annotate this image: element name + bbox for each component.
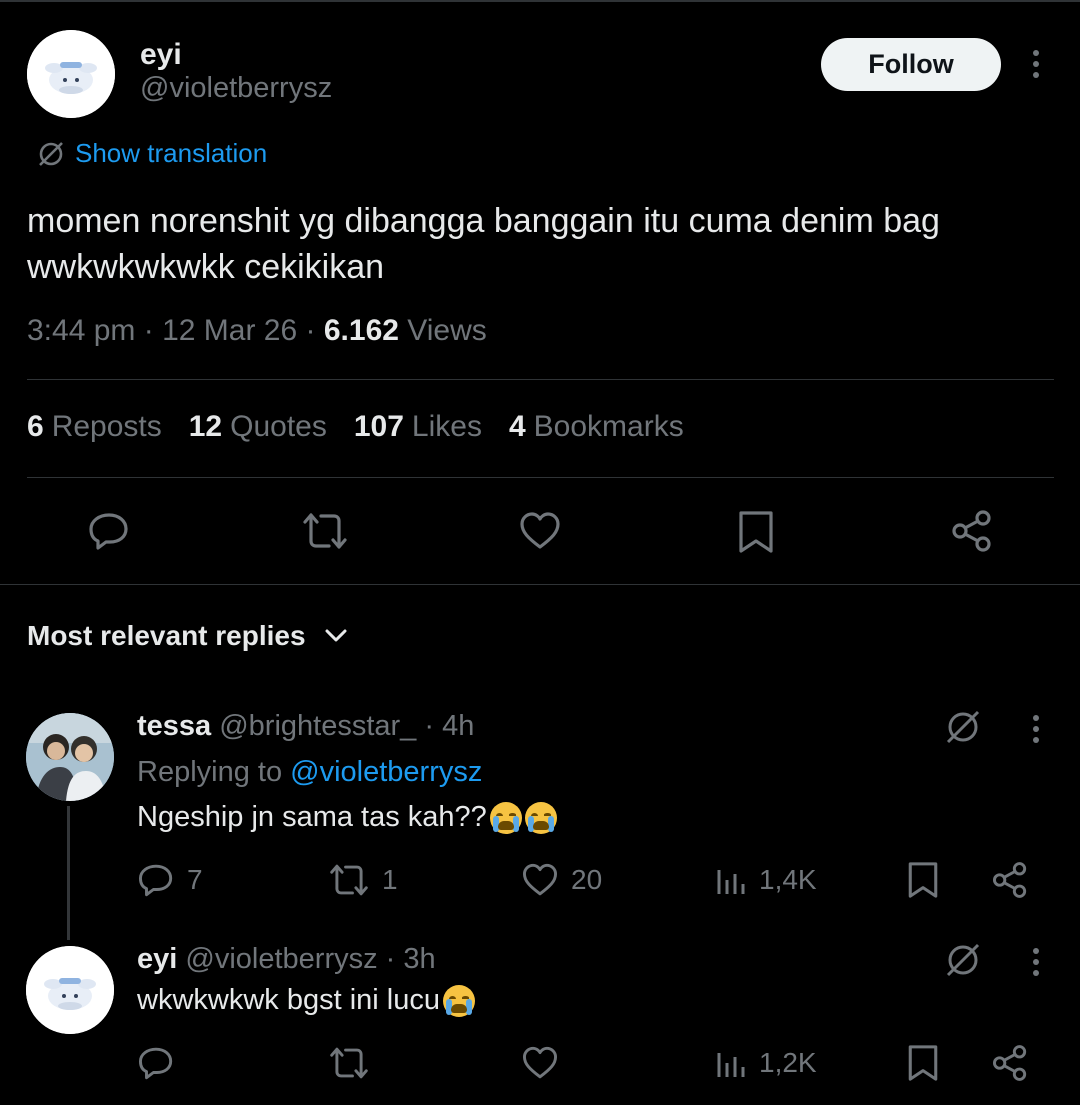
- reply-author-handle[interactable]: @brightesstar_: [219, 710, 416, 742]
- reply-views-count: 1,4K: [759, 864, 817, 895]
- translate-icon: [946, 710, 980, 744]
- post-text: momen norenshit yg dibangga banggain itu…: [27, 202, 940, 286]
- translate-icon: [946, 943, 980, 977]
- reply-more-options-icon[interactable]: [1026, 942, 1046, 982]
- post-views-count: 6.162: [323, 314, 399, 347]
- stat-likes[interactable]: 107 Likes: [354, 410, 482, 444]
- reply-icon: [138, 864, 173, 897]
- reply-avatar[interactable]: [26, 946, 114, 1034]
- reply-replies-count: 7: [187, 864, 203, 895]
- reply-share-button[interactable]: [991, 861, 1029, 899]
- reply-translate-button[interactable]: [944, 708, 982, 751]
- meta-separator: ·: [305, 314, 316, 347]
- show-translation-label: Show translation: [75, 138, 268, 168]
- heart-icon: [522, 1046, 558, 1079]
- bookmark-icon: [908, 862, 938, 898]
- reply-repost-button[interactable]: [328, 1044, 370, 1082]
- repost-icon: [303, 513, 347, 549]
- stat-quotes[interactable]: 12 Quotes: [189, 410, 327, 444]
- reply-icon: [138, 1047, 173, 1080]
- reply-avatar[interactable]: [26, 713, 114, 801]
- reply-button[interactable]: [87, 509, 131, 553]
- author-avatar[interactable]: [27, 30, 115, 118]
- analytics-icon: [717, 1053, 745, 1077]
- bookmark-icon: [908, 1045, 938, 1081]
- reply-reply-button[interactable]: 7: [137, 861, 203, 899]
- heart-icon: [522, 863, 558, 896]
- post-meta: 3:44 pm · 12 Mar 26 · 6.162 Views: [27, 314, 487, 348]
- reply-like-button[interactable]: [521, 1044, 559, 1082]
- loudly-crying-face-icon: [489, 801, 522, 834]
- reply-text: wkwkwkwk bgst ini lucu: [137, 984, 475, 1017]
- divider: [27, 477, 1054, 478]
- reply-reply-button[interactable]: [137, 1044, 175, 1082]
- translate-icon: [39, 141, 63, 166]
- chevron-down-icon: [325, 629, 347, 642]
- cinnamoroll-avatar-image: [27, 30, 115, 118]
- more-options-icon[interactable]: [1026, 44, 1046, 84]
- stat-bookmarks[interactable]: 4 Bookmarks: [509, 410, 684, 444]
- reply-time[interactable]: · 3h: [386, 943, 436, 975]
- reply-repost-button[interactable]: 1: [328, 861, 398, 899]
- analytics-icon: [717, 870, 745, 894]
- reply-author-name[interactable]: eyi: [137, 943, 177, 975]
- bookmark-button[interactable]: [736, 509, 776, 555]
- reply-views-button[interactable]: 1,4K: [715, 864, 817, 896]
- stat-reposts[interactable]: 6 Reposts: [27, 410, 162, 444]
- reply-text-content: wkwkwkwk bgst ini lucu: [137, 984, 440, 1016]
- divider: [0, 584, 1080, 585]
- replying-to: Replying to @violetberrysz: [137, 756, 482, 789]
- reply-author-name[interactable]: tessa: [137, 710, 211, 742]
- meta-separator: ·: [143, 314, 154, 347]
- cinnamoroll-avatar-image: [26, 946, 114, 1034]
- share-icon: [992, 862, 1027, 898]
- bookmark-icon: [739, 511, 773, 553]
- reply-views-button[interactable]: 1,2K: [715, 1047, 817, 1079]
- share-button[interactable]: [950, 509, 994, 553]
- divider: [27, 379, 1054, 380]
- reply-time[interactable]: · 4h: [424, 710, 474, 742]
- reply-bookmark-button[interactable]: [906, 1043, 940, 1083]
- post-time[interactable]: 3:44 pm: [27, 314, 135, 347]
- reply-text: Ngeship jn sama tas kah??: [137, 801, 557, 834]
- reply-header: tessa @brightesstar_ · 4h: [137, 710, 474, 743]
- reply-reposts-count: 1: [382, 864, 398, 895]
- author-name[interactable]: eyi: [140, 38, 182, 72]
- reply-like-button[interactable]: 20: [521, 861, 602, 899]
- reply-translate-button[interactable]: [944, 941, 982, 984]
- top-border: [0, 0, 1080, 2]
- replying-to-handle[interactable]: @violetberrysz: [290, 756, 482, 788]
- post-views-label: Views: [407, 314, 487, 347]
- heart-icon: [520, 512, 560, 549]
- follow-button[interactable]: Follow: [821, 38, 1001, 91]
- show-translation-link[interactable]: Show translation: [37, 138, 267, 169]
- reply-author-handle[interactable]: @violetberrysz: [185, 943, 377, 975]
- thread-connector-line: [67, 806, 70, 940]
- reply-text-content: Ngeship jn sama tas kah??: [137, 801, 487, 833]
- reply-views-count: 1,2K: [759, 1047, 817, 1078]
- reply-bookmark-button[interactable]: [906, 860, 940, 900]
- reply-likes-count: 20: [571, 864, 603, 895]
- post-date[interactable]: 12 Mar 26: [162, 314, 297, 347]
- replies-sort-label: Most relevant replies: [27, 620, 306, 651]
- replying-to-prefix: Replying to: [137, 756, 283, 788]
- reply-icon: [89, 513, 128, 550]
- loudly-crying-face-icon: [524, 801, 557, 834]
- replies-sort-dropdown[interactable]: Most relevant replies: [27, 620, 348, 652]
- like-button[interactable]: [518, 509, 562, 553]
- repost-button[interactable]: [301, 509, 349, 553]
- reply-avatar-photo: [26, 713, 114, 801]
- share-icon: [952, 510, 991, 552]
- loudly-crying-face-icon: [442, 984, 475, 1017]
- post-stats: 6 Reposts 12 Quotes 107 Likes 4 Bookmarks: [27, 410, 684, 444]
- reply-more-options-icon[interactable]: [1026, 709, 1046, 749]
- repost-icon: [330, 1047, 368, 1079]
- reply-header: eyi @violetberrysz · 3h: [137, 943, 436, 976]
- reply-share-button[interactable]: [991, 1044, 1029, 1082]
- share-icon: [992, 1045, 1027, 1081]
- author-handle[interactable]: @violetberrysz: [140, 72, 332, 105]
- repost-icon: [330, 864, 368, 896]
